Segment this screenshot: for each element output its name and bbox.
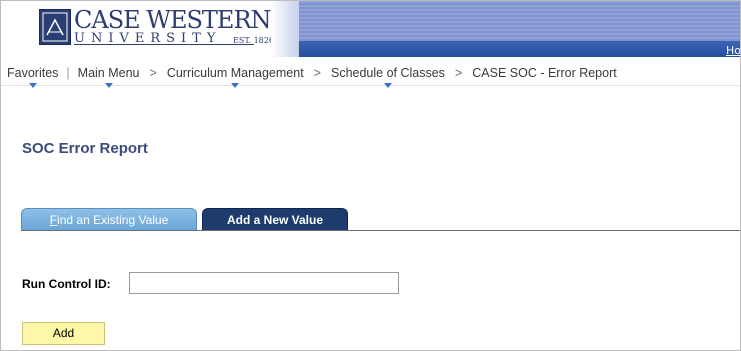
tab-add-label: Add a New Value (226, 213, 324, 227)
nav-divider: | (66, 66, 70, 80)
breadcrumb-separator-icon: > (313, 66, 321, 80)
nav-case-soc-error-report[interactable]: CASE SOC - Error Report (470, 66, 618, 80)
nav-curriculum-management[interactable]: Curriculum Management (165, 66, 306, 88)
breadcrumb-separator-icon: > (149, 66, 157, 80)
tab-divider (21, 230, 740, 231)
dropdown-arrow-icon (28, 83, 37, 88)
header-gradient (271, 1, 299, 57)
nav-schedule-of-classes-label: Schedule of Classes (330, 66, 445, 80)
dropdown-arrow-icon (104, 83, 113, 88)
nav-curriculum-management-label: Curriculum Management (166, 66, 304, 80)
nav-main-menu[interactable]: Main Menu (76, 66, 142, 88)
nav-schedule-of-classes[interactable]: Schedule of Classes (329, 66, 447, 88)
dropdown-arrow-icon (383, 83, 392, 88)
nav-favorites[interactable]: Favorites (5, 66, 60, 88)
breadcrumb-nav: Favorites | Main Menu > Curriculum Manag… (1, 59, 740, 88)
add-button[interactable]: Add (22, 322, 105, 345)
tab-find-label: ind an Existing Value (57, 213, 169, 227)
nav-favorites-label: Favorites (7, 66, 59, 80)
run-control-id-input[interactable] (129, 272, 399, 294)
university-logo: CASE WESTERN R UNIVERSITY EST. 1826 (1, 1, 295, 57)
tab-find-accesskey: F (49, 213, 58, 227)
page-title: SOC Error Report (22, 140, 148, 157)
dropdown-arrow-icon (231, 83, 240, 88)
logo-divider (74, 44, 254, 45)
nav-case-soc-error-report-label: CASE SOC - Error Report (472, 66, 617, 80)
header-banner: CASE WESTERN R UNIVERSITY EST. 1826 Ho (1, 1, 740, 57)
tab-find-existing-value[interactable]: Find an Existing Value (21, 208, 197, 230)
seal-icon (39, 9, 71, 45)
breadcrumb-separator-icon: > (454, 66, 463, 80)
tab-add-new-value[interactable]: Add a New Value (202, 208, 348, 230)
nav-main-menu-label: Main Menu (77, 66, 140, 80)
home-link[interactable]: Ho (726, 44, 740, 57)
app-window: CASE WESTERN R UNIVERSITY EST. 1826 Ho F… (0, 0, 741, 351)
logo-wordmark: CASE WESTERN R (74, 6, 295, 34)
run-control-id-label: Run Control ID: (22, 277, 111, 291)
logo-established: EST. 1826 (233, 36, 274, 45)
header-toolbar (299, 41, 740, 57)
header-band (299, 1, 740, 41)
breadcrumb: Favorites | Main Menu > Curriculum Manag… (5, 66, 619, 88)
